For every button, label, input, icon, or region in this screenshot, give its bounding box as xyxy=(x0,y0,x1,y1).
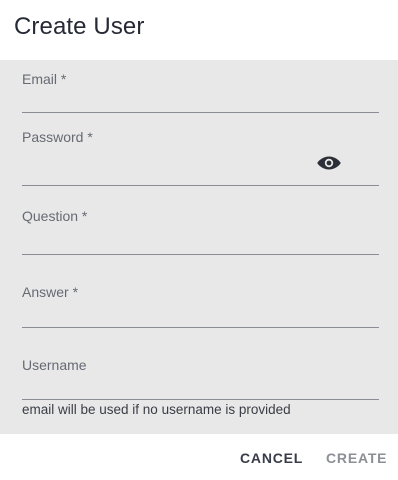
answer-label: Answer * xyxy=(22,284,79,300)
email-field[interactable] xyxy=(22,88,332,108)
dialog-title: Create User xyxy=(14,13,145,40)
password-field[interactable] xyxy=(22,154,332,174)
username-label: Username xyxy=(22,357,87,373)
username-field[interactable] xyxy=(22,375,332,395)
username-hint: email will be used if no username is pro… xyxy=(22,402,291,417)
answer-underline xyxy=(22,327,379,328)
eye-icon-svg xyxy=(317,156,341,170)
cancel-button[interactable]: CANCEL xyxy=(240,450,303,466)
question-label: Question * xyxy=(22,208,88,224)
password-label: Password * xyxy=(22,129,93,145)
question-field[interactable] xyxy=(22,226,332,246)
password-underline xyxy=(22,185,379,186)
question-underline xyxy=(22,254,379,255)
email-underline xyxy=(22,112,379,113)
answer-field[interactable] xyxy=(22,302,332,322)
username-underline xyxy=(22,399,379,400)
create-button[interactable]: CREATE xyxy=(326,450,387,466)
email-label: Email * xyxy=(22,71,67,87)
eye-icon[interactable] xyxy=(316,153,342,173)
dialog-actions: CANCEL CREATE xyxy=(0,450,398,470)
dialog-content: Email * Password * Question * Answer * U… xyxy=(0,60,398,434)
create-user-dialog: Create User Email * Password * Question … xyxy=(0,0,398,480)
